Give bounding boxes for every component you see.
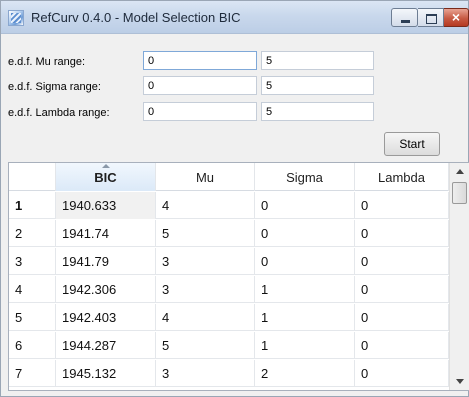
results-table: BIC Mu Sigma Lambda 1 1940.633 4 0 0 2 1…	[8, 162, 469, 391]
row-number: 2	[9, 220, 56, 247]
column-header-label: Sigma	[286, 170, 323, 185]
sigma-range-label: e.d.f. Sigma range:	[8, 81, 101, 93]
mu-cell[interactable]: 3	[156, 276, 255, 303]
lambda-cell[interactable]: 0	[355, 360, 449, 387]
row-number: 1	[9, 192, 56, 219]
sigma-cell[interactable]: 1	[255, 304, 355, 331]
sigma-cell[interactable]: 1	[255, 276, 355, 303]
bic-cell[interactable]: 1942.403	[56, 304, 156, 331]
column-header-label: Mu	[195, 170, 215, 185]
bic-cell[interactable]: 1945.132	[56, 360, 156, 387]
lambda-range-from-input[interactable]	[143, 102, 257, 121]
row-number: 6	[9, 332, 56, 359]
bic-cell[interactable]: 1940.633	[56, 192, 156, 219]
table-row[interactable]: 2 1941.74 5 0 0	[9, 220, 449, 247]
table-row[interactable]: 5 1942.403 4 1 0	[9, 304, 449, 331]
column-header-label: BIC	[94, 170, 117, 185]
mu-cell[interactable]: 3	[156, 248, 255, 275]
lambda-cell[interactable]: 0	[355, 248, 449, 275]
bic-cell[interactable]: 1941.79	[56, 248, 156, 275]
sigma-cell[interactable]: 1	[255, 332, 355, 359]
lambda-cell[interactable]: 0	[355, 276, 449, 303]
title-bar[interactable]: RefCurv 0.4.0 - Model Selection BIC ×	[1, 1, 469, 34]
model-selection-window: RefCurv 0.4.0 - Model Selection BIC × e.…	[0, 0, 469, 397]
row-number: 7	[9, 360, 56, 387]
bic-cell[interactable]: 1942.306	[56, 276, 156, 303]
column-header-bic[interactable]: BIC	[56, 163, 156, 191]
close-icon: ×	[451, 9, 461, 25]
table-row[interactable]: 3 1941.79 3 0 0	[9, 248, 449, 275]
sigma-cell[interactable]: 0	[255, 220, 355, 247]
table-header: BIC Mu Sigma Lambda	[9, 163, 449, 191]
mu-cell[interactable]: 5	[156, 220, 255, 247]
lambda-cell[interactable]: 0	[355, 332, 449, 359]
lambda-cell[interactable]: 0	[355, 192, 449, 219]
app-icon	[8, 10, 24, 26]
row-number: 4	[9, 276, 56, 303]
table-row[interactable]: 1 1940.633 4 0 0	[9, 192, 449, 219]
table-row[interactable]: 6 1944.287 5 1 0	[9, 332, 449, 359]
mu-cell[interactable]: 4	[156, 304, 255, 331]
mu-cell[interactable]: 4	[156, 192, 255, 219]
scroll-down-arrow-icon[interactable]	[450, 372, 469, 390]
lambda-cell[interactable]: 0	[355, 220, 449, 247]
start-button[interactable]: Start	[384, 132, 440, 156]
mu-cell[interactable]: 3	[156, 360, 255, 387]
mu-cell[interactable]: 5	[156, 332, 255, 359]
sigma-range-from-input[interactable]	[143, 76, 257, 95]
scrollbar-thumb[interactable]	[452, 182, 467, 204]
lambda-cell[interactable]: 0	[355, 304, 449, 331]
sort-ascending-icon	[101, 164, 110, 168]
vertical-scrollbar[interactable]	[449, 163, 469, 390]
column-header-lambda[interactable]: Lambda	[355, 163, 449, 191]
scroll-up-arrow-icon[interactable]	[450, 163, 469, 181]
sigma-cell[interactable]: 0	[255, 248, 355, 275]
sigma-range-to-input[interactable]	[261, 76, 374, 95]
lambda-range-label: e.d.f. Lambda range:	[8, 107, 110, 119]
maximize-button[interactable]	[418, 8, 444, 27]
sigma-cell[interactable]: 2	[255, 360, 355, 387]
column-header-mu[interactable]: Mu	[156, 163, 255, 191]
row-number: 5	[9, 304, 56, 331]
sigma-cell[interactable]: 0	[255, 192, 355, 219]
bic-cell[interactable]: 1941.74	[56, 220, 156, 247]
column-header-label: Lambda	[378, 170, 425, 185]
table-row[interactable]: 7 1945.132 3 2 0	[9, 360, 449, 387]
minimize-button[interactable]	[391, 8, 418, 27]
mu-range-from-input[interactable]	[143, 51, 257, 70]
row-header-corner	[9, 163, 56, 191]
table-row[interactable]: 4 1942.306 3 1 0	[9, 276, 449, 303]
close-button[interactable]: ×	[444, 8, 469, 27]
column-header-sigma[interactable]: Sigma	[255, 163, 355, 191]
lambda-range-to-input[interactable]	[261, 102, 374, 121]
bic-cell[interactable]: 1944.287	[56, 332, 156, 359]
row-number: 3	[9, 248, 56, 275]
mu-range-label: e.d.f. Mu range:	[8, 56, 86, 68]
window-title: RefCurv 0.4.0 - Model Selection BIC	[31, 10, 241, 25]
mu-range-to-input[interactable]	[261, 51, 374, 70]
